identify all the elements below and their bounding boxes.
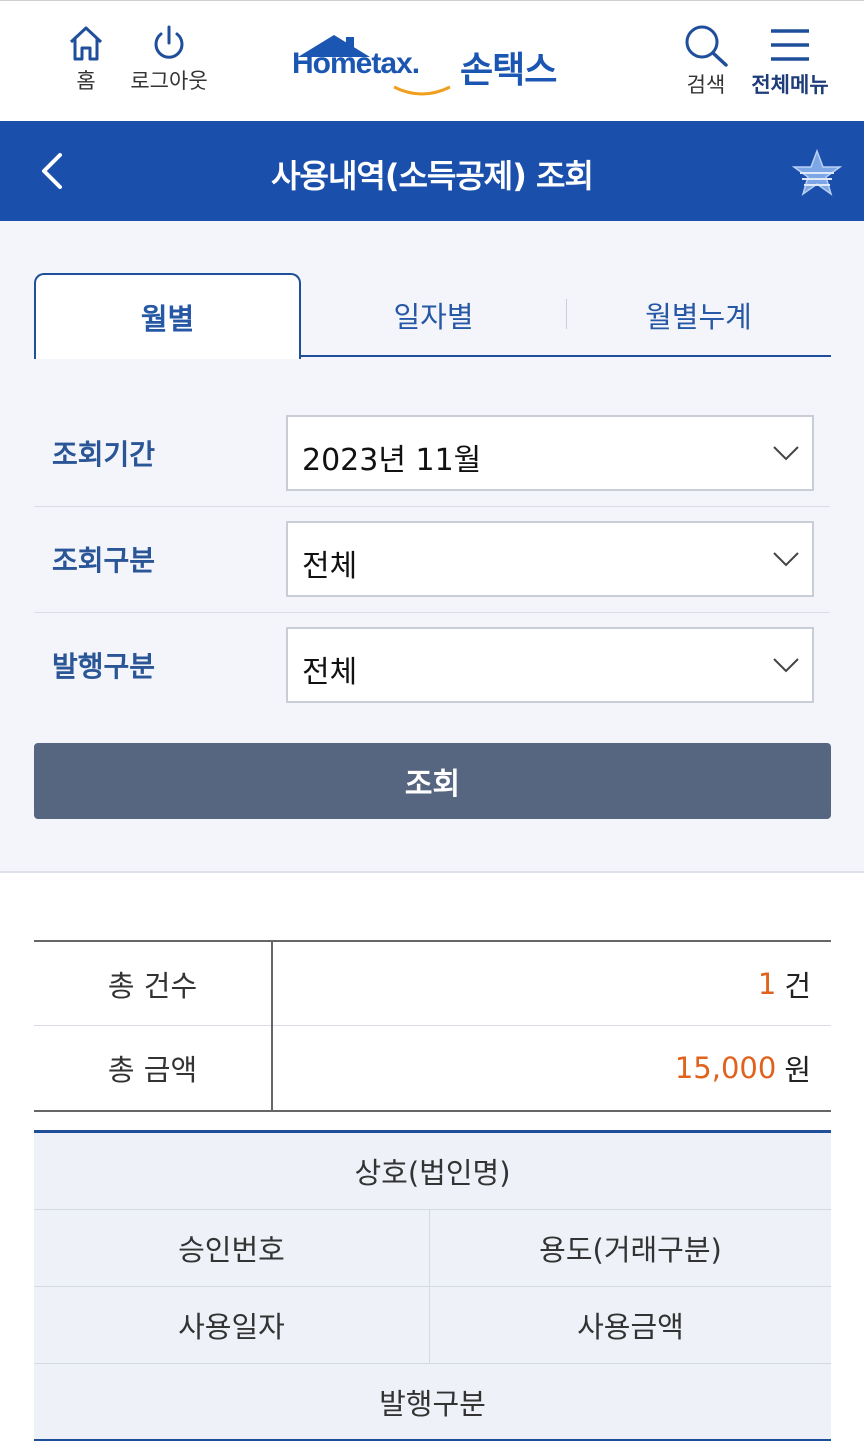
power-icon xyxy=(154,25,184,59)
logo-hometax-text: Hometax. xyxy=(292,47,420,80)
hometax-logo[interactable]: Hometax. 손택스 xyxy=(292,31,582,101)
total-count-unit: 건 xyxy=(784,969,811,1003)
total-count-value: 1 xyxy=(757,967,777,1001)
search-icon xyxy=(685,25,728,67)
total-amount-row: 총 금액 15,000 원 xyxy=(34,1026,831,1110)
detail-header-row: 사용일자 사용금액 xyxy=(34,1287,831,1364)
total-count-cell: 1 건 xyxy=(274,942,811,1026)
summary-table: 총 건수 1 건 총 금액 15,000 원 xyxy=(34,940,831,1112)
logo-smile-icon xyxy=(393,85,451,96)
detail-header-row: 발행구분 xyxy=(34,1364,831,1441)
detail-header-row: 상호(법인명) xyxy=(34,1133,831,1210)
period-value: 2023년 11월 xyxy=(302,443,482,478)
issue-type-header: 발행구분 xyxy=(379,1386,486,1421)
total-count-row: 총 건수 1 건 xyxy=(34,942,831,1026)
chevron-down-icon xyxy=(773,552,799,567)
home-button[interactable]: 홈 xyxy=(64,23,108,95)
period-select[interactable]: 2023년 11월 xyxy=(286,415,814,491)
logout-label: 로그아웃 xyxy=(130,69,208,93)
search-label: 검색 xyxy=(686,73,726,97)
menu-label: 전체메뉴 xyxy=(751,73,829,97)
logout-button[interactable]: 로그아웃 xyxy=(124,23,214,95)
issue-type-value: 전체 xyxy=(302,655,358,690)
query-type-value: 전체 xyxy=(302,549,358,584)
period-tabs: 월별 일자별 월별누계 xyxy=(34,273,831,359)
query-type-label: 조회구분 xyxy=(52,544,156,577)
favorite-button[interactable] xyxy=(791,148,843,197)
home-label: 홈 xyxy=(76,69,96,93)
tab-monthly[interactable]: 월별 xyxy=(34,273,301,359)
tab-daily[interactable]: 일자별 xyxy=(301,273,566,357)
total-amount-label: 총 금액 xyxy=(34,1026,273,1110)
total-amount-cell: 15,000 원 xyxy=(274,1026,811,1110)
title-bar: 사용내역(소득공제) 조회 xyxy=(0,121,864,221)
chevron-down-icon xyxy=(773,446,799,461)
home-icon xyxy=(69,26,103,61)
period-row: 조회기간 2023년 11월 xyxy=(34,401,830,507)
tab-monthly-cumulative[interactable]: 월별누계 xyxy=(566,273,831,357)
search-button[interactable]: 검색 xyxy=(680,23,732,99)
top-header: 홈 로그아웃 Hometax. 손택스 검색 전체메뉴 xyxy=(0,0,864,121)
use-amount-header: 사용금액 xyxy=(577,1310,684,1344)
query-type-select[interactable]: 전체 xyxy=(286,521,814,597)
usage-header: 용도(거래구분) xyxy=(539,1233,722,1267)
approval-no-header: 승인번호 xyxy=(34,1210,430,1286)
query-type-row: 조회구분 전체 xyxy=(34,507,830,613)
total-amount-value: 15,000 xyxy=(674,1051,777,1085)
detail-header-row: 승인번호 용도(거래구분) xyxy=(34,1210,831,1287)
page-title: 사용내역(소득공제) 조회 xyxy=(271,157,594,195)
chevron-down-icon xyxy=(773,658,799,673)
use-date-header: 사용일자 xyxy=(34,1287,430,1363)
hamburger-icon xyxy=(771,29,809,61)
period-label: 조회기간 xyxy=(52,438,156,471)
detail-header-table: 상호(법인명) 승인번호 용도(거래구분) 사용일자 사용금액 발행구분 xyxy=(34,1130,831,1441)
total-amount-unit: 원 xyxy=(784,1053,811,1087)
issue-type-select[interactable]: 전체 xyxy=(286,627,814,703)
total-count-label: 총 건수 xyxy=(34,942,273,1026)
search-panel: 월별 일자별 월별누계 조회기간 2023년 11월 조회구분 전체 발행구분 … xyxy=(0,221,864,873)
search-submit-button[interactable]: 조회 xyxy=(34,743,831,819)
star-icon xyxy=(791,148,843,196)
full-menu-button[interactable]: 전체메뉴 xyxy=(746,23,834,99)
logo-sontax-text: 손택스 xyxy=(460,50,557,91)
issue-type-label: 발행구분 xyxy=(52,650,156,683)
company-header: 상호(법인명) xyxy=(354,1156,511,1190)
issue-type-row: 발행구분 전체 xyxy=(34,613,830,719)
